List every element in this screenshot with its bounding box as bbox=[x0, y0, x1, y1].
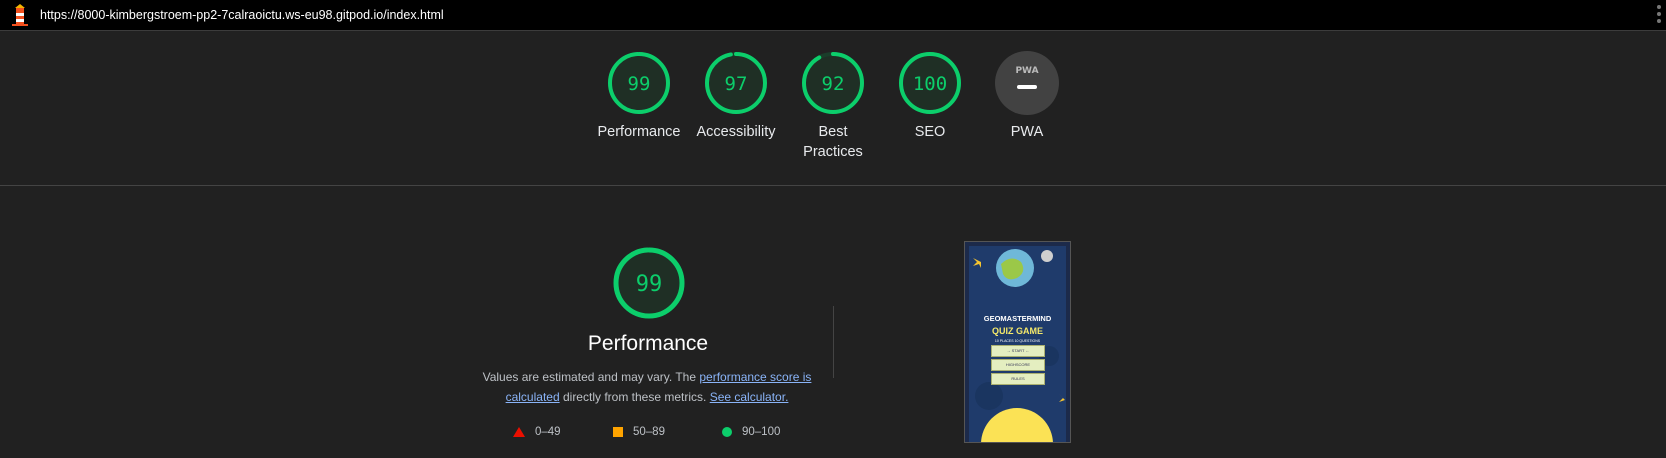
gauge-label: SEO bbox=[914, 124, 946, 140]
performance-score-gauge: 99 bbox=[613, 247, 685, 319]
tools-menu-icon[interactable] bbox=[1656, 5, 1662, 25]
screenshot-subtitle: QUIZ GAME bbox=[992, 326, 1043, 336]
gauge-accessibility[interactable]: 97 Accessibility bbox=[686, 50, 786, 142]
desc-middle: directly from these metrics. bbox=[559, 389, 710, 404]
screenshot-artwork bbox=[973, 249, 1065, 442]
performance-title: Performance bbox=[587, 332, 709, 355]
performance-description: Values are estimated and may vary. The p… bbox=[482, 368, 812, 407]
gauge-score: 92 bbox=[822, 73, 845, 95]
desc-prefix: Values are estimated and may vary. The bbox=[482, 370, 700, 384]
see-calculator-link[interactable]: See calculator. bbox=[710, 390, 789, 404]
score-ring: 100 bbox=[899, 52, 961, 114]
score-ring: 99 bbox=[608, 52, 670, 114]
gauge-performance[interactable]: 99 Performance bbox=[589, 50, 689, 142]
lighthouse-logo-icon bbox=[12, 4, 28, 26]
gauge-score: 99 bbox=[628, 73, 651, 95]
screenshot-tagline: 10 PLACES 10 QUESTIONS bbox=[994, 339, 1041, 343]
screenshot-highscore-button: HIGHSCORE bbox=[991, 359, 1045, 371]
gauge-label: Accessibility bbox=[696, 124, 776, 140]
gauge-best-practices[interactable]: 92 Best Practices bbox=[783, 50, 883, 162]
gauge-score: 97 bbox=[725, 73, 748, 95]
average-square-icon bbox=[613, 426, 623, 437]
legend-range: 0–49 bbox=[535, 426, 561, 438]
final-screenshot[interactable]: GEOMASTERMIND QUIZ GAME 10 PLACES 10 QUE… bbox=[964, 241, 1071, 443]
score-ring: 92 bbox=[802, 52, 864, 114]
report-header: https://8000-kimbergstroem-pp2-7calraoic… bbox=[0, 0, 1666, 31]
score-ring: 97 bbox=[705, 52, 767, 114]
legend-fail: 0–49 bbox=[513, 426, 561, 438]
gauge-label: PWA bbox=[1010, 124, 1044, 140]
legend-range: 50–89 bbox=[633, 426, 665, 438]
page-url[interactable]: https://8000-kimbergstroem-pp2-7calraoic… bbox=[40, 8, 444, 22]
performance-score: 99 bbox=[636, 272, 663, 297]
screenshot-content: GEOMASTERMIND QUIZ GAME 10 PLACES 10 QUE… bbox=[969, 246, 1066, 442]
gauge-label: Best Practices bbox=[803, 124, 863, 160]
screenshot-title: GEOMASTERMIND bbox=[983, 314, 1052, 323]
gauge-score: 100 bbox=[913, 73, 947, 95]
pwa-badge-text: PWA bbox=[1015, 66, 1038, 76]
legend-pass: 90–100 bbox=[722, 426, 780, 438]
gauge-pwa[interactable]: PWA PWA bbox=[977, 50, 1077, 142]
legend-average: 50–89 bbox=[613, 426, 665, 438]
vertical-divider bbox=[833, 306, 834, 378]
gauge-seo[interactable]: 100 SEO bbox=[880, 50, 980, 142]
section-divider bbox=[0, 185, 1666, 186]
gauge-label: Performance bbox=[597, 124, 681, 140]
pwa-badge-icon: PWA bbox=[995, 51, 1059, 115]
pass-circle-icon bbox=[722, 426, 732, 437]
legend-range: 90–100 bbox=[742, 426, 781, 438]
screenshot-rules-button: RULES bbox=[991, 373, 1045, 385]
screenshot-start-button: → START ← bbox=[991, 345, 1045, 357]
fail-triangle-icon bbox=[513, 426, 525, 437]
category-gauges: 99 Performance 97 Accessibility 92 Best … bbox=[0, 50, 1666, 180]
